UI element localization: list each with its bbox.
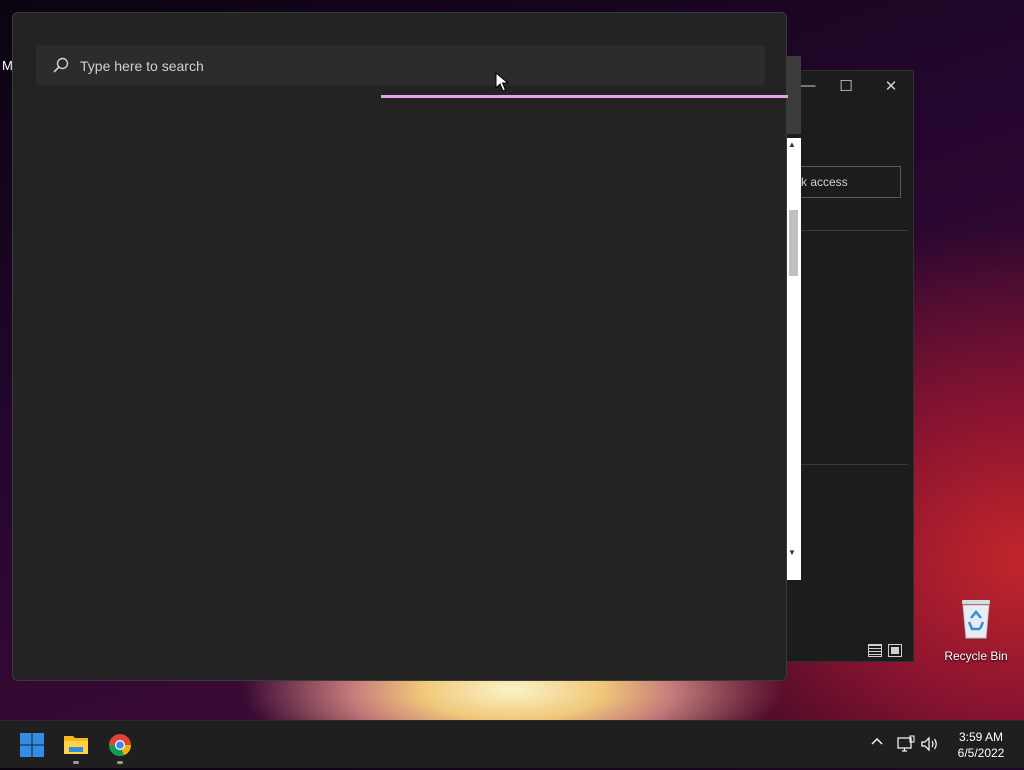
view-toggle [868,644,902,657]
address-bar[interactable]: ck access [790,166,901,198]
file-explorer-window[interactable]: — ☐ ✕ ck access [782,70,914,662]
search-icon [53,57,69,73]
running-indicator [73,761,79,764]
search-input[interactable] [78,45,752,87]
scrollbar-thumb[interactable] [789,210,798,276]
taskbar: 3:59 AM 6/5/2022 [0,720,1024,768]
chrome-icon [108,734,132,757]
volume-icon[interactable] [920,735,940,758]
recycle-bin-shortcut[interactable]: Recycle Bin [940,596,1012,663]
window-edge [786,56,801,134]
taskbar-chrome-button[interactable] [100,725,140,765]
network-icon[interactable] [896,735,916,758]
taskbar-clock[interactable]: 3:59 AM 6/5/2022 [948,729,1014,761]
taskbar-file-explorer-button[interactable] [56,725,96,765]
show-hidden-icons-chevron-icon[interactable] [870,735,884,752]
recycle-bin-label: Recycle Bin [944,649,1008,663]
scrollbar-track[interactable] [786,138,801,580]
search-box[interactable] [36,45,765,87]
maximize-button[interactable]: ☐ [834,77,858,95]
start-icon [20,733,44,757]
recycle-bin-icon [962,600,990,639]
clock-time: 3:59 AM [958,730,1004,744]
loading-progress-bar [381,95,788,98]
mouse-pointer-icon [495,72,509,92]
details-view-icon[interactable] [868,644,882,657]
clock-date: 6/5/2022 [957,746,1005,760]
close-button[interactable]: ✕ [879,77,903,95]
scroll-up-arrow-icon[interactable]: ▲ [788,140,796,149]
tiles-view-icon[interactable] [888,644,902,657]
file-explorer-icon [64,736,88,754]
running-indicator [117,761,123,764]
search-panel [12,12,788,681]
start-button[interactable] [12,725,52,765]
scroll-down-arrow-icon[interactable]: ▼ [788,548,796,557]
